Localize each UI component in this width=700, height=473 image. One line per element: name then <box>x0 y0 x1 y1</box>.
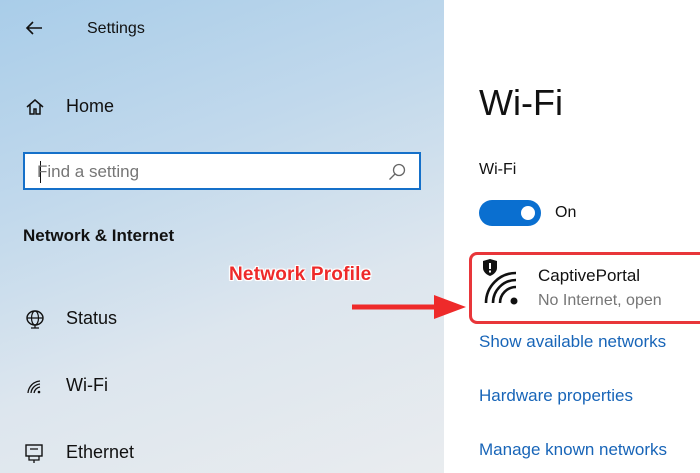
network-name: CaptivePortal <box>538 266 641 285</box>
search-input[interactable] <box>37 160 377 184</box>
hardware-properties-link[interactable]: Hardware properties <box>479 386 633 406</box>
search-icon[interactable] <box>387 162 407 182</box>
sidebar-item-label: Home <box>66 96 115 116</box>
sidebar-item-label: Wi-Fi <box>66 375 108 395</box>
manage-known-networks-link[interactable]: Manage known networks <box>479 440 667 460</box>
show-available-networks-link[interactable]: Show available networks <box>479 332 666 352</box>
window-title: Settings <box>87 20 145 37</box>
page-title: Wi-Fi <box>479 82 563 123</box>
globe-icon <box>26 310 44 329</box>
wifi-toggle-state: On <box>555 204 577 221</box>
annotation-arrow <box>352 295 466 319</box>
sidebar-item-label: Status <box>66 308 118 328</box>
sidebar-item-wifi[interactable]: Wi-Fi <box>0 365 444 405</box>
toggle-knob <box>521 206 535 220</box>
network-status: No Internet, open <box>538 292 662 309</box>
wifi-toggle[interactable] <box>479 200 541 226</box>
home-icon <box>26 99 44 115</box>
ethernet-icon <box>25 444 43 463</box>
wifi-icon <box>27 380 41 394</box>
sidebar: Settings Home Network & Internet Status <box>0 0 444 473</box>
wifi-shield-icon <box>483 259 518 305</box>
sidebar-item-home[interactable]: Home <box>0 86 444 126</box>
wifi-toggle-label: Wi-Fi <box>479 161 517 178</box>
sidebar-item-label: Ethernet <box>66 442 135 462</box>
annotation-label: Network Profile <box>229 264 372 285</box>
network-profile-card[interactable]: CaptivePortal No Internet, open <box>469 252 700 324</box>
sidebar-item-ethernet[interactable]: Ethernet <box>0 432 444 472</box>
back-arrow-icon[interactable] <box>22 16 46 40</box>
search-box[interactable] <box>23 152 421 190</box>
section-header: Network & Internet <box>23 226 175 245</box>
